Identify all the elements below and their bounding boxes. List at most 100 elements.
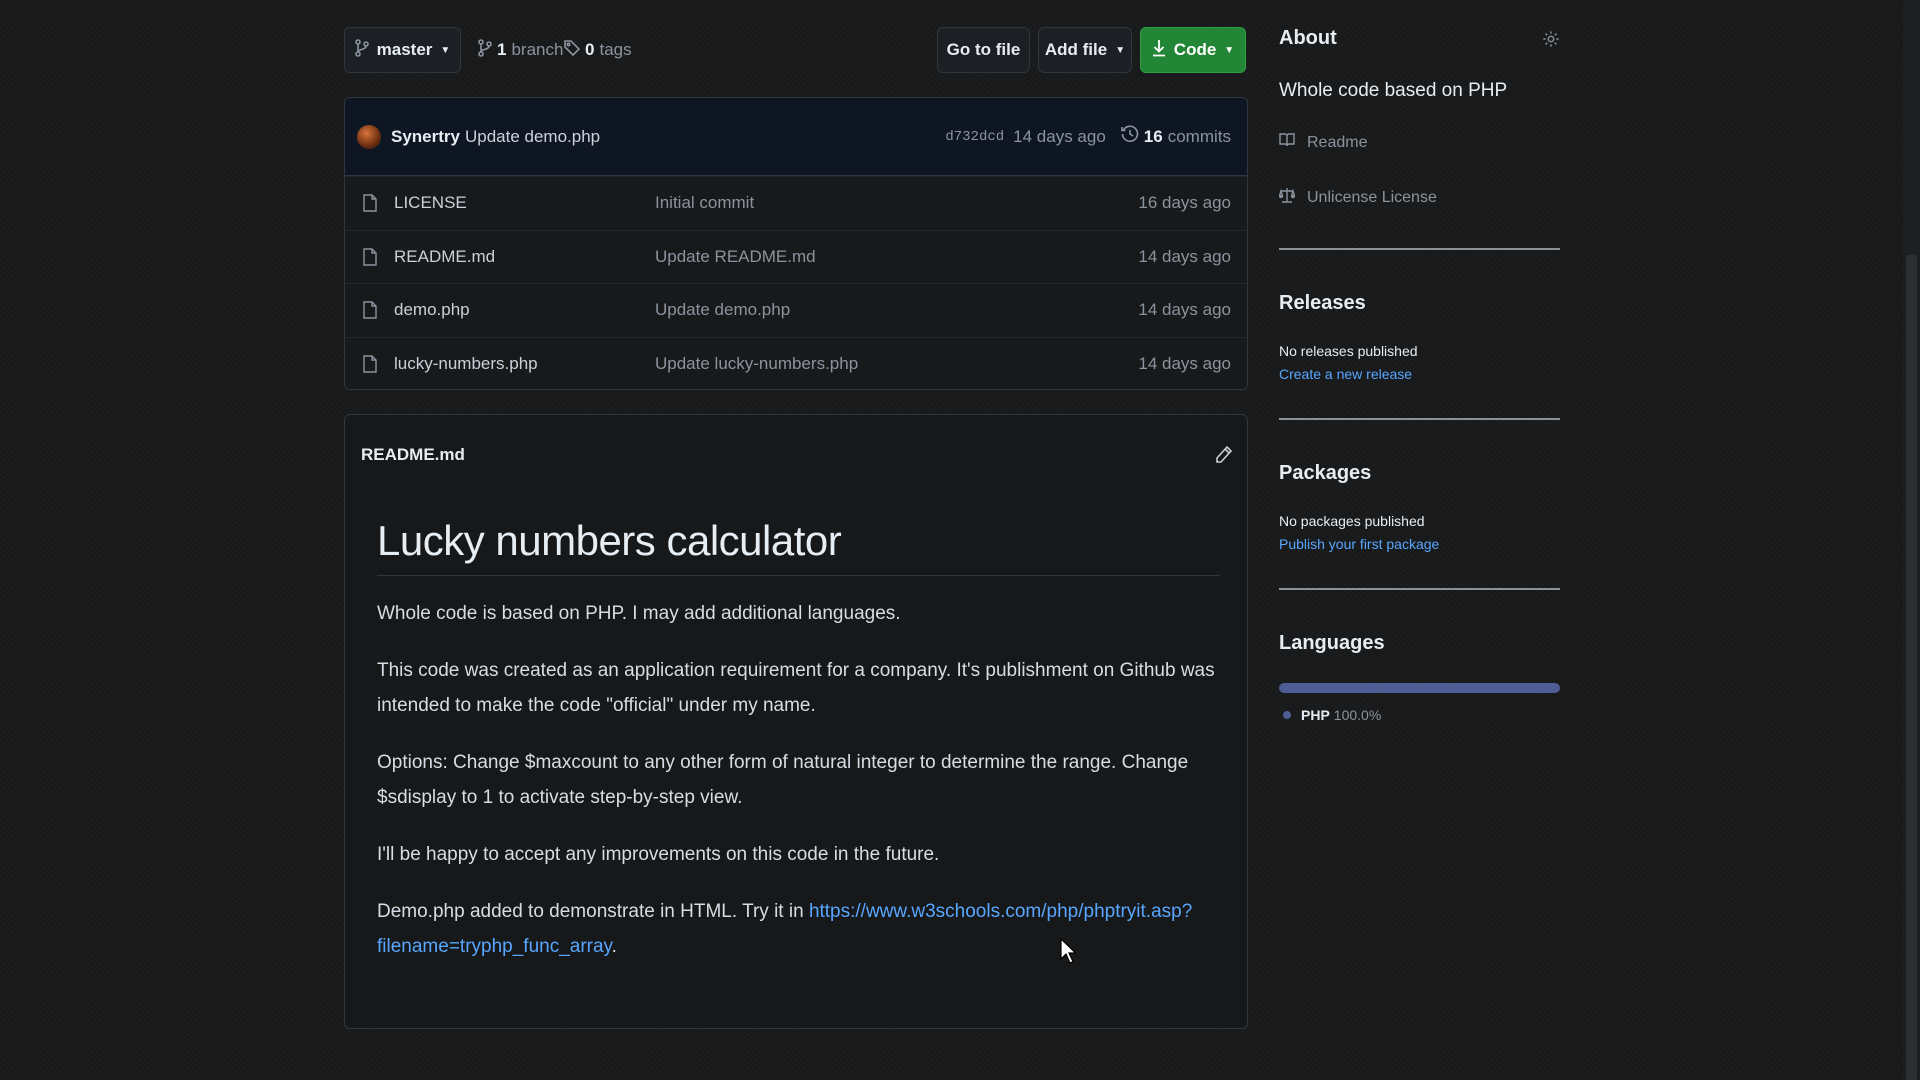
- repository-page: master ▼ 1 branch 0 tags Go to file Add …: [0, 0, 1920, 1080]
- file-icon: [363, 194, 379, 212]
- readme-paragraph: Options: Change $maxcount to any other f…: [377, 752, 1189, 808]
- avatar[interactable]: [357, 124, 381, 149]
- license-link[interactable]: Unlicense License: [1278, 187, 1560, 208]
- file-commit-message[interactable]: Update lucky-numbers.php: [655, 354, 858, 374]
- readme-link-label: Readme: [1307, 133, 1368, 151]
- gear-icon[interactable]: [1542, 30, 1560, 48]
- branches-count: 1: [497, 40, 507, 59]
- file-row[interactable]: README.md Update README.md 14 days ago: [345, 229, 1247, 283]
- packages-title: Packages: [1279, 462, 1372, 484]
- branch-select-button[interactable]: master ▼: [344, 27, 461, 73]
- file-row[interactable]: demo.php Update demo.php 14 days ago: [345, 283, 1247, 337]
- releases-heading[interactable]: Releases: [1279, 292, 1560, 315]
- readme-demo-text: Demo.php added to demonstrate in HTML. T…: [377, 901, 809, 922]
- tags-label: tags: [599, 40, 632, 59]
- language-bar: [1279, 683, 1560, 693]
- code-button[interactable]: Code ▼: [1140, 27, 1246, 73]
- mouse-cursor-icon: [1060, 937, 1077, 969]
- file-icon: [363, 355, 379, 373]
- add-file-label: Add file: [1044, 40, 1108, 59]
- tags-link[interactable]: 0 tags: [564, 27, 632, 73]
- divider: [1279, 418, 1560, 420]
- chevron-down-icon: ▼: [1224, 44, 1235, 56]
- history-icon: [1120, 125, 1139, 148]
- code-label: Code: [1173, 40, 1217, 59]
- readme-link[interactable]: Readme: [1279, 132, 1560, 153]
- commit-meta: d732dcd 14 days ago 16 commits: [945, 125, 1231, 148]
- book-icon: [1279, 132, 1295, 153]
- publish-package-link[interactable]: Publish your first package: [1279, 536, 1560, 552]
- readme-paragraph: I'll be happy to accept any improvements…: [377, 844, 940, 865]
- file-name[interactable]: LICENSE: [394, 193, 655, 213]
- readme-paragraph: Demo.php added to demonstrate in HTML. T…: [377, 894, 1222, 964]
- go-to-file-label: Go to file: [946, 40, 1021, 59]
- divider: [1279, 588, 1560, 590]
- chevron-down-icon: ▼: [1115, 44, 1126, 56]
- repo-sidebar: About Whole code based on PHP Readme Unl…: [1278, 27, 1560, 723]
- commit-sha[interactable]: d732dcd: [945, 129, 1004, 145]
- file-name[interactable]: README.md: [394, 247, 655, 267]
- file-row[interactable]: LICENSE Initial commit 16 days ago: [345, 176, 1247, 230]
- about-heading: About: [1279, 27, 1560, 50]
- commits-link[interactable]: 16 commits: [1120, 125, 1231, 148]
- languages-heading: Languages: [1279, 632, 1560, 655]
- commit-author[interactable]: Synertry: [391, 127, 460, 147]
- readme-content: Lucky numbers calculator Whole code is b…: [345, 495, 1247, 964]
- language-percent: 100.0%: [1333, 707, 1382, 723]
- tag-icon: [564, 39, 581, 62]
- file-name[interactable]: demo.php: [394, 300, 655, 320]
- about-description: Whole code based on PHP: [1279, 80, 1508, 101]
- readme-title: Lucky numbers calculator: [377, 495, 1220, 576]
- readme-paragraph: Whole code is based on PHP. I may add ad…: [377, 603, 901, 624]
- license-link-label: Unlicense License: [1307, 188, 1437, 206]
- releases-empty: No releases published: [1279, 343, 1418, 359]
- packages-heading[interactable]: Packages: [1279, 462, 1560, 485]
- git-branch-icon: [478, 38, 492, 62]
- repo-toolbar: master ▼ 1 branch 0 tags Go to file Add …: [344, 27, 1248, 73]
- commits-label: commits: [1167, 126, 1231, 146]
- file-age: 14 days ago: [1138, 246, 1231, 266]
- download-icon: [1152, 39, 1166, 62]
- readme-period: .: [611, 936, 617, 957]
- go-to-file-button[interactable]: Go to file: [937, 27, 1030, 73]
- language-item[interactable]: PHP 100.0%: [1279, 707, 1560, 723]
- commit-age[interactable]: 14 days ago: [1013, 127, 1106, 147]
- law-icon: [1278, 187, 1296, 208]
- readme-panel: README.md Lucky numbers calculator Whole…: [344, 414, 1248, 1029]
- divider: [1279, 248, 1560, 250]
- tags-count: 0: [585, 40, 595, 59]
- file-commit-message[interactable]: Update README.md: [655, 247, 816, 267]
- readme-header: README.md: [345, 415, 1247, 495]
- create-release-link[interactable]: Create a new release: [1279, 366, 1560, 382]
- file-row[interactable]: lucky-numbers.php Update lucky-numbers.p…: [345, 336, 1247, 389]
- git-branch-icon: [354, 38, 369, 62]
- chevron-down-icon: ▼: [440, 44, 451, 56]
- scrollbar-thumb[interactable]: [1906, 255, 1917, 1080]
- pencil-icon[interactable]: [1215, 445, 1233, 465]
- file-age: 16 days ago: [1138, 193, 1231, 213]
- readme-paragraph: This code was created as an application …: [377, 660, 1215, 716]
- releases-title: Releases: [1279, 292, 1366, 314]
- add-file-button[interactable]: Add file ▼: [1038, 27, 1132, 73]
- branches-link[interactable]: 1 branch: [478, 27, 563, 73]
- language-color-dot: [1283, 711, 1291, 719]
- readme-filename[interactable]: README.md: [361, 445, 465, 465]
- file-name[interactable]: lucky-numbers.php: [394, 354, 655, 374]
- branch-label: master: [376, 40, 433, 59]
- packages-empty: No packages published: [1279, 513, 1425, 529]
- page-scrollbar[interactable]: [1903, 0, 1920, 1080]
- latest-commit-bar: Synertry Update demo.php d732dcd 14 days…: [345, 98, 1247, 176]
- file-age: 14 days ago: [1138, 353, 1231, 373]
- languages-title: Languages: [1279, 632, 1385, 654]
- file-icon: [363, 248, 379, 266]
- file-icon: [363, 301, 379, 319]
- commit-message[interactable]: Update demo.php: [465, 127, 600, 147]
- branches-label: branch: [511, 40, 564, 59]
- file-commit-message[interactable]: Update demo.php: [655, 300, 790, 320]
- about-title: About: [1279, 27, 1337, 49]
- file-age: 14 days ago: [1138, 300, 1231, 320]
- file-list: Synertry Update demo.php d732dcd 14 days…: [344, 97, 1248, 390]
- language-name: PHP: [1301, 707, 1330, 723]
- commits-count: 16: [1143, 126, 1163, 146]
- file-commit-message[interactable]: Initial commit: [655, 193, 754, 213]
